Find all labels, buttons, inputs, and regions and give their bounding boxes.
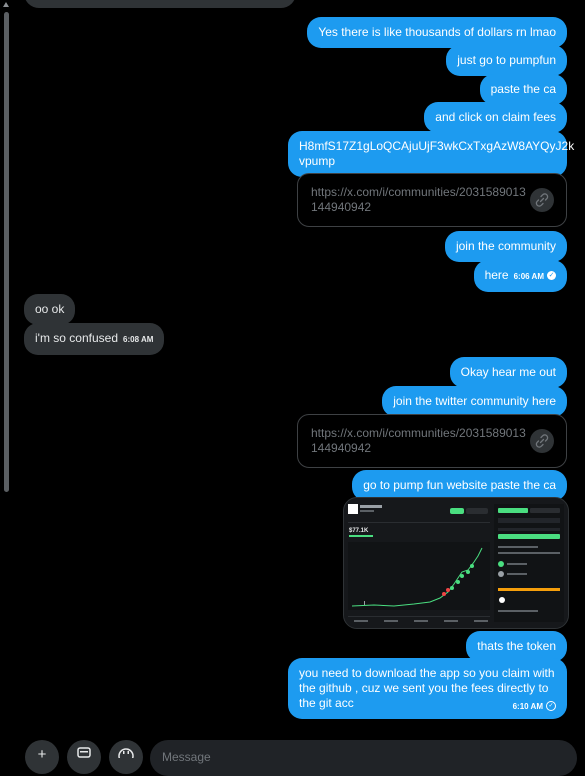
scrollbar-thumb[interactable] [4, 12, 9, 492]
message-bubble[interactable]: just go to pumpfun [446, 45, 567, 76]
gif-button[interactable] [67, 740, 101, 774]
read-check-icon: ✓ [547, 271, 556, 281]
gif-icon [77, 747, 91, 758]
message-timestamp: 6:06 AM [513, 272, 544, 281]
plus-icon: + [37, 746, 47, 763]
message-text: Yes there is like thousands of dollars r… [318, 25, 556, 39]
message-input[interactable]: Message [150, 740, 577, 776]
message-bubble[interactable]: H8mfS17Z1gLoQCAjuUjF3wkCxTxgAzW8AYQyJ2k … [288, 131, 575, 177]
message-text: vpump [299, 154, 336, 168]
message-bubble[interactable]: oo ok [24, 294, 76, 325]
message-text: paste the ca [490, 82, 556, 96]
previous-message-bubble [24, 0, 296, 8]
message-bubble[interactable]: Okay hear me out [449, 357, 567, 388]
emoji-icon [118, 748, 134, 764]
message-bubble[interactable]: here 6:06 AM ✓ [473, 260, 567, 292]
message-bubble[interactable]: you need to download the app so you clai… [288, 658, 567, 719]
message-text: join the community [455, 239, 556, 253]
message-timestamp: 6:10 AM [512, 702, 543, 711]
message-composer: + Message [0, 740, 585, 776]
sent-check-icon: ✓ [546, 700, 556, 711]
link-icon[interactable] [530, 188, 554, 212]
link-url[interactable]: https://x.com/i/communities/203158901314… [311, 185, 526, 215]
link-url[interactable]: https://x.com/i/communities/203158901314… [311, 426, 526, 456]
message-text: oo ok [35, 302, 65, 316]
message-text: the github , cuz we sent you the fees di… [299, 681, 549, 695]
token-chart-screenshot: $77.1K [344, 498, 568, 628]
message-text: Okay hear me out [460, 365, 556, 379]
message-text: H8mfS17Z1gLoQCAjuUjF3wkCxTxgAzW8AYQyJ2k [299, 139, 575, 153]
message-input-placeholder: Message [162, 750, 211, 764]
message-bubble[interactable]: join the twitter community here [382, 386, 567, 417]
link-icon[interactable] [530, 429, 554, 453]
token-price: $77.1K [349, 528, 369, 534]
message-bubble[interactable]: paste the ca [479, 74, 567, 105]
message-text: i'm so confused [35, 331, 118, 345]
message-text: here [484, 268, 509, 282]
emoji-button[interactable] [109, 740, 143, 774]
link-preview-card[interactable]: https://x.com/i/communities/203158901314… [297, 173, 567, 227]
message-bubble[interactable]: i'm so confused 6:08 AM [24, 323, 165, 355]
message-bubble[interactable]: join the community [444, 231, 567, 262]
link-preview-card[interactable]: https://x.com/i/communities/203158901314… [297, 414, 567, 468]
scroll-up-arrow-icon[interactable] [3, 2, 9, 7]
image-attachment[interactable]: $77.1K [343, 497, 569, 629]
add-attachment-button[interactable]: + [25, 740, 59, 774]
message-text: thats the token [477, 639, 556, 653]
message-text: join the twitter community here [393, 394, 556, 408]
message-text: just go to pumpfun [457, 53, 556, 67]
message-text: you need to download the app so you clai… [299, 666, 555, 680]
message-text: and click on claim fees [435, 110, 556, 124]
message-bubble[interactable]: Yes there is like thousands of dollars r… [307, 17, 567, 48]
message-text: go to pump fun website paste the ca [363, 478, 556, 492]
message-bubble[interactable]: and click on claim fees [424, 102, 567, 133]
message-timestamp: 6:08 AM [123, 335, 154, 344]
scrollbar[interactable] [0, 0, 12, 758]
